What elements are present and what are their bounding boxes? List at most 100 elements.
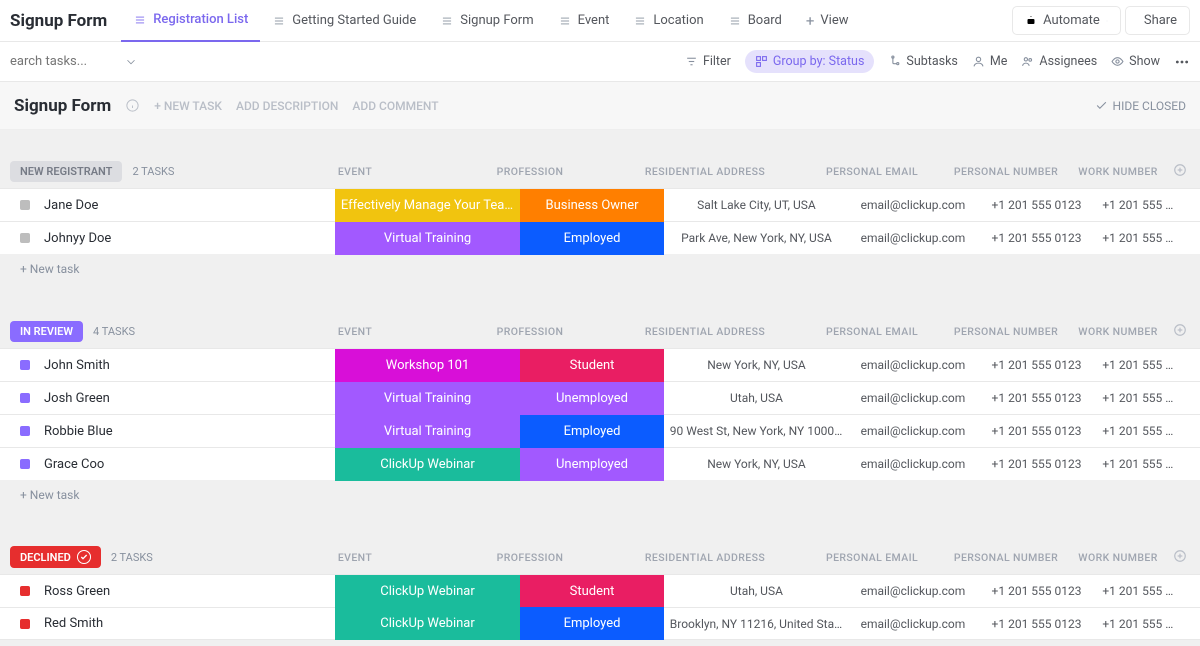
profession-cell[interactable]: Unemployed (520, 448, 664, 481)
task-name[interactable]: Ross Green (44, 584, 110, 599)
profession-cell[interactable]: Unemployed (520, 382, 664, 415)
personal-number-cell[interactable]: +1 201 555 0123 (977, 584, 1097, 598)
profession-cell[interactable]: Student (520, 349, 664, 382)
tab-board[interactable]: Board (716, 0, 794, 42)
status-dot[interactable] (20, 393, 30, 403)
email-cell[interactable]: email@clickup.com (849, 617, 977, 631)
table-row[interactable]: Red Smith ClickUp Webinar Employed Brook… (0, 607, 1200, 640)
personal-number-cell[interactable]: +1 201 555 0123 (977, 617, 1097, 631)
work-number-cell[interactable]: +1 201 555 012 (1096, 391, 1180, 405)
tab-event[interactable]: Event (546, 0, 622, 42)
me-button[interactable]: Me (972, 54, 1008, 69)
add-comment-link[interactable]: ADD COMMENT (352, 99, 438, 113)
filter-button[interactable]: Filter (685, 54, 731, 69)
hide-closed-button[interactable]: HIDE CLOSED (1095, 99, 1186, 113)
automate-button[interactable]: Automate (1012, 6, 1121, 35)
assignees-button[interactable]: Assignees (1021, 54, 1097, 69)
profession-cell[interactable]: Business Owner (520, 189, 664, 222)
status-dot[interactable] (20, 586, 30, 596)
personal-number-cell[interactable]: +1 201 555 0123 (977, 231, 1097, 245)
task-name[interactable]: Robbie Blue (44, 424, 113, 439)
status-pill[interactable]: NEW REGISTRANT (10, 161, 122, 182)
work-number-cell[interactable]: +1 201 555 012 (1096, 424, 1180, 438)
address-cell[interactable]: Salt Lake City, UT, USA (664, 198, 849, 212)
address-cell[interactable]: Utah, USA (664, 391, 849, 405)
show-button[interactable]: Show (1111, 54, 1160, 69)
profession-cell[interactable]: Employed (520, 222, 664, 255)
new-task-button[interactable]: + New task (0, 480, 1200, 510)
task-name[interactable]: Jane Doe (44, 198, 98, 213)
personal-number-cell[interactable]: +1 201 555 0123 (977, 457, 1097, 471)
email-cell[interactable]: email@clickup.com (849, 358, 977, 372)
tab-location[interactable]: Location (621, 0, 715, 42)
add-desc-link[interactable]: ADD DESCRIPTION (236, 99, 338, 113)
status-dot[interactable] (20, 459, 30, 469)
tab-getting-started-guide[interactable]: Getting Started Guide (260, 0, 428, 42)
event-cell[interactable]: Effectively Manage Your Team! (335, 189, 520, 222)
search-input[interactable] (10, 54, 110, 69)
table-row[interactable]: Johnyy Doe Virtual Training Employed Par… (0, 221, 1200, 254)
table-row[interactable]: Jane Doe Effectively Manage Your Team! B… (0, 188, 1200, 221)
status-pill[interactable]: DECLINED (10, 546, 101, 568)
address-cell[interactable]: New York, NY, USA (664, 358, 849, 372)
add-column-button[interactable] (1170, 323, 1190, 340)
address-cell[interactable]: Park Ave, New York, NY, USA (664, 231, 849, 245)
task-name[interactable]: Johnyy Doe (44, 231, 111, 246)
add-column-button[interactable] (1170, 163, 1190, 180)
status-dot[interactable] (20, 233, 30, 243)
subtasks-button[interactable]: Subtasks (888, 54, 957, 69)
list-title[interactable]: Signup Form (14, 96, 111, 116)
status-dot[interactable] (20, 200, 30, 210)
groupby-button[interactable]: Group by: Status (745, 50, 875, 73)
event-cell[interactable]: Virtual Training (335, 415, 520, 448)
work-number-cell[interactable]: +1 201 555 012 (1096, 457, 1180, 471)
email-cell[interactable]: email@clickup.com (849, 424, 977, 438)
status-dot[interactable] (20, 619, 30, 629)
table-row[interactable]: Josh Green Virtual Training Unemployed U… (0, 381, 1200, 414)
event-cell[interactable]: ClickUp Webinar (335, 575, 520, 608)
work-number-cell[interactable]: +1 201 555 012 (1096, 617, 1180, 631)
event-cell[interactable]: Virtual Training (335, 222, 520, 255)
status-dot[interactable] (20, 426, 30, 436)
profession-cell[interactable]: Employed (520, 415, 664, 448)
personal-number-cell[interactable]: +1 201 555 0123 (977, 391, 1097, 405)
address-cell[interactable]: Utah, USA (664, 584, 849, 598)
email-cell[interactable]: email@clickup.com (849, 198, 977, 212)
address-cell[interactable]: 90 West St, New York, NY 10006, U... (664, 424, 849, 438)
table-row[interactable]: Robbie Blue Virtual Training Employed 90… (0, 414, 1200, 447)
tab-registration-list[interactable]: Registration List (121, 0, 260, 42)
more-icon[interactable] (1174, 54, 1190, 70)
work-number-cell[interactable]: +1 201 555 012 (1096, 358, 1180, 372)
tab-signup-form[interactable]: Signup Form (428, 0, 545, 42)
profession-cell[interactable]: Employed (520, 607, 664, 640)
email-cell[interactable]: email@clickup.com (849, 231, 977, 245)
chevron-down-icon[interactable] (124, 55, 138, 69)
add-column-button[interactable] (1170, 549, 1190, 566)
event-cell[interactable]: ClickUp Webinar (335, 448, 520, 481)
table-row[interactable]: John Smith Workshop 101 Student New York… (0, 348, 1200, 381)
email-cell[interactable]: email@clickup.com (849, 457, 977, 471)
personal-number-cell[interactable]: +1 201 555 0123 (977, 358, 1097, 372)
task-name[interactable]: Red Smith (44, 616, 103, 631)
work-number-cell[interactable]: +1 201 555 012 (1096, 584, 1180, 598)
email-cell[interactable]: email@clickup.com (849, 584, 977, 598)
task-name[interactable]: Grace Coo (44, 457, 104, 472)
address-cell[interactable]: Brooklyn, NY 11216, United States (664, 617, 849, 631)
table-row[interactable]: Grace Coo ClickUp Webinar Unemployed New… (0, 447, 1200, 480)
profession-cell[interactable]: Student (520, 575, 664, 608)
personal-number-cell[interactable]: +1 201 555 0123 (977, 424, 1097, 438)
work-number-cell[interactable]: +1 201 555 012 (1096, 198, 1180, 212)
work-number-cell[interactable]: +1 201 555 012 (1096, 231, 1180, 245)
email-cell[interactable]: email@clickup.com (849, 391, 977, 405)
table-row[interactable]: Ross Green ClickUp Webinar Student Utah,… (0, 574, 1200, 607)
info-icon[interactable] (125, 98, 140, 113)
status-pill[interactable]: IN REVIEW (10, 321, 83, 342)
task-name[interactable]: Josh Green (44, 391, 110, 406)
tab-view[interactable]: +View (794, 0, 861, 42)
new-task-link[interactable]: + NEW TASK (154, 99, 222, 113)
event-cell[interactable]: Virtual Training (335, 382, 520, 415)
share-button[interactable]: Share (1125, 6, 1190, 35)
address-cell[interactable]: New York, NY, USA (664, 457, 849, 471)
event-cell[interactable]: Workshop 101 (335, 349, 520, 382)
event-cell[interactable]: ClickUp Webinar (335, 607, 520, 640)
